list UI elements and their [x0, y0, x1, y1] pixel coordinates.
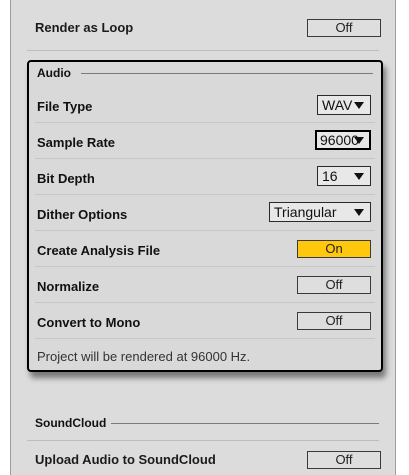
divider: [35, 122, 375, 123]
normalize-label: Normalize: [37, 279, 100, 294]
divider: [35, 338, 375, 339]
create-analysis-toggle[interactable]: On: [297, 240, 371, 258]
file-type-dropdown[interactable]: WAV: [317, 95, 371, 115]
upload-soundcloud-toggle[interactable]: Off: [307, 451, 381, 469]
render-as-loop-toggle[interactable]: Off: [307, 19, 381, 37]
convert-mono-toggle[interactable]: Off: [297, 312, 371, 330]
bit-depth-dropdown[interactable]: 16: [317, 166, 371, 186]
divider: [35, 302, 375, 303]
chevron-down-icon: [354, 173, 364, 180]
bit-depth-label: Bit Depth: [37, 171, 95, 186]
sample-rate-label: Sample Rate: [37, 135, 116, 150]
soundcloud-section-line: [111, 423, 379, 424]
divider: [27, 440, 379, 441]
bit-depth-value: 16: [322, 168, 338, 184]
soundcloud-section-title: SoundCloud: [35, 416, 107, 430]
create-analysis-label: Create Analysis File: [37, 243, 161, 258]
chevron-down-icon: [354, 137, 364, 144]
file-type-label: File Type: [37, 99, 93, 114]
divider: [35, 158, 375, 159]
sample-rate-dropdown[interactable]: 96000: [315, 130, 371, 150]
divider: [35, 194, 375, 195]
render-as-loop-label: Render as Loop: [35, 20, 134, 35]
chevron-down-icon: [354, 209, 364, 216]
convert-mono-label: Convert to Mono: [37, 315, 141, 330]
upload-soundcloud-label: Upload Audio to SoundCloud: [35, 452, 216, 467]
dither-options-dropdown[interactable]: Triangular: [269, 202, 371, 222]
render-rate-note: Project will be rendered at 96000 Hz.: [37, 349, 251, 364]
divider: [35, 230, 375, 231]
export-settings-panel: Render as Loop Off Audio File Type WAV S…: [10, 0, 396, 475]
audio-group-title: Audio: [37, 66, 71, 80]
file-type-value: WAV: [322, 97, 353, 113]
divider: [27, 50, 379, 51]
normalize-toggle[interactable]: Off: [297, 276, 371, 294]
chevron-down-icon: [354, 102, 364, 109]
divider: [35, 266, 375, 267]
dither-options-value: Triangular: [274, 204, 337, 220]
dither-options-label: Dither Options: [37, 207, 128, 222]
audio-group-line: [81, 73, 373, 74]
audio-group: Audio File Type WAV Sample Rate 96000 Bi…: [27, 60, 383, 372]
